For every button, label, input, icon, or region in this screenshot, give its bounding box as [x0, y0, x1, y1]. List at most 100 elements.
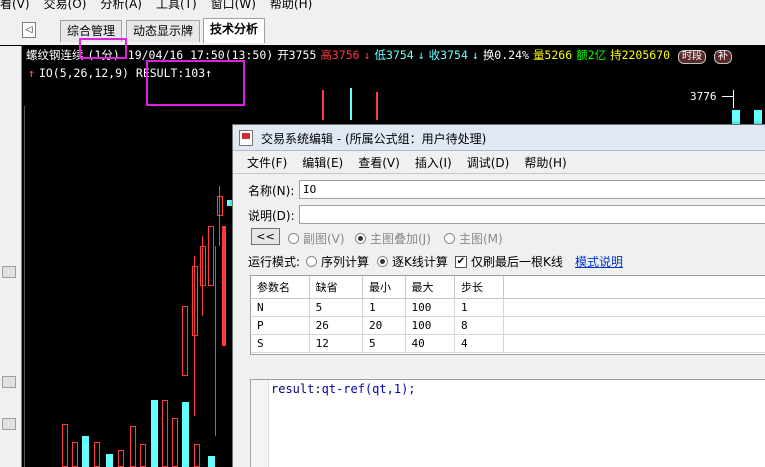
cell[interactable]: 100: [405, 298, 456, 317]
model-doc-link[interactable]: 模式说明: [575, 253, 623, 270]
last-bar-only-checkbox[interactable]: ✔ 仅刷最后一根K线: [455, 253, 563, 270]
cell[interactable]: P: [251, 316, 310, 335]
close-price: 收3754 ↓: [428, 48, 479, 62]
dialog-menu-edit[interactable]: 编辑(E): [302, 154, 343, 171]
cell[interactable]: 5: [309, 298, 363, 317]
table-row[interactable]: P 26 20 100 8: [251, 316, 765, 335]
name-input[interactable]: IO: [299, 180, 765, 199]
code-variable: result: [271, 382, 315, 396]
app-window: 看(V) 交易(O) 分析(A) 工具(T) 窗口(W) 帮助(H) ◁ 综合管…: [0, 0, 765, 467]
volume-bar: [72, 442, 78, 467]
radio-subchart[interactable]: 副图(V): [288, 230, 345, 247]
tab-technical-analysis[interactable]: 技术分析: [203, 18, 266, 43]
volume-bar: [322, 90, 324, 120]
menu-help[interactable]: 帮助(H): [270, 0, 312, 10]
cell[interactable]: 40: [405, 334, 456, 353]
volume-bar: [130, 426, 136, 467]
table-row[interactable]: N 5 1 100 1: [251, 298, 765, 317]
cell[interactable]: 100: [405, 316, 456, 335]
cell[interactable]: 12: [309, 334, 363, 353]
description-input[interactable]: [299, 205, 765, 224]
volume-bar: [732, 110, 740, 124]
radio-main-overlay-label: 主图叠加(J): [370, 232, 431, 246]
volume-bar: [350, 88, 352, 120]
menu-trade[interactable]: 交易(O): [44, 0, 87, 10]
price-marker-tick: [733, 90, 734, 108]
radio-main-overlay[interactable]: 主图叠加(J): [355, 230, 431, 247]
radio-subchart-label: 副图(V): [303, 232, 345, 246]
formula-code-editor[interactable]: result:qt-ref(qt,1);: [250, 379, 765, 467]
volume-bar: [182, 402, 189, 467]
parameter-table: 参数名 缺省 最小 最大 步长 N 5 1 100 1 P 26 20 100 …: [250, 275, 765, 355]
supplement-badge[interactable]: 补: [714, 50, 733, 64]
cell[interactable]: 26: [309, 316, 363, 335]
side-scroll-button[interactable]: [2, 266, 16, 278]
candle: [192, 266, 198, 336]
col-header-empty: [503, 276, 765, 299]
cell[interactable]: 20: [362, 316, 406, 335]
candle: [217, 196, 223, 216]
candle: [222, 226, 226, 346]
up-arrow-icon: ↑: [28, 66, 35, 80]
tab-dynamic-board[interactable]: 动态显示牌: [126, 20, 201, 42]
candle: [182, 306, 188, 376]
radio-bar-by-bar-label: 逐K线计算: [392, 255, 448, 269]
tab-scroll-left-button[interactable]: ◁: [22, 22, 36, 38]
dialog-menu-view[interactable]: 查看(V): [358, 154, 400, 171]
back-button[interactable]: <<: [251, 228, 280, 245]
candle-wick: [215, 246, 216, 436]
cell[interactable]: 8: [454, 316, 505, 335]
menu-window[interactable]: 窗口(W): [211, 0, 256, 10]
col-header-max: 最大: [405, 276, 456, 299]
last-bar-only-label: 仅刷最后一根K线: [471, 255, 563, 269]
col-header-param-name: 参数名: [251, 276, 310, 299]
name-label: 名称(N):: [248, 184, 295, 198]
side-scroll-button[interactable]: [2, 376, 16, 388]
dialog-title: 交易系统编辑 - (所属公式组：用户待处理): [261, 132, 487, 146]
dialog-menu-help[interactable]: 帮助(H): [524, 154, 566, 171]
low-price: 低3754 ↓: [374, 48, 425, 62]
price-marker-label: 3776: [690, 90, 717, 103]
side-scroll-button[interactable]: [2, 418, 16, 430]
volume-bar: [62, 424, 68, 467]
candle: [208, 226, 214, 286]
table-row[interactable]: S 12 5 40 4: [251, 334, 765, 353]
volume-bar: [172, 418, 178, 467]
indicator-formula: IO(5,26,12,9): [38, 66, 129, 80]
menu-view[interactable]: 看(V): [0, 0, 30, 10]
volume-bar: [151, 400, 158, 467]
session-badge[interactable]: 时段: [678, 50, 707, 64]
cell[interactable]: 4: [454, 334, 505, 353]
trading-system-editor-dialog: 交易系统编辑 - (所属公式组：用户待处理) 文件(F) 编辑(E) 查看(V)…: [232, 124, 765, 467]
cell[interactable]: N: [251, 298, 310, 317]
cell[interactable]: S: [251, 334, 310, 353]
col-header-default: 缺省: [309, 276, 363, 299]
candle: [200, 246, 206, 286]
period-highlight-box: [79, 38, 127, 59]
cell: [503, 316, 765, 335]
radio-series-calc[interactable]: 序列计算: [306, 253, 369, 270]
code-expression: qt-ref(qt,1);: [321, 382, 416, 396]
cell[interactable]: 5: [362, 334, 406, 353]
dialog-menu-file[interactable]: 文件(F): [247, 154, 287, 171]
cell[interactable]: 1: [454, 298, 505, 317]
chart-left-axis: [24, 106, 25, 467]
candle-wick: [202, 236, 203, 316]
cell[interactable]: 1: [362, 298, 406, 317]
radio-bar-by-bar-calc[interactable]: 逐K线计算: [377, 253, 448, 270]
col-header-min: 最小: [362, 276, 406, 299]
dialog-titlebar[interactable]: 交易系统编辑 - (所属公式组：用户待处理): [233, 125, 765, 151]
volume-bar: [376, 92, 378, 120]
amount: 额2亿: [576, 48, 607, 62]
formula-icon: [239, 130, 253, 146]
radio-main-chart[interactable]: 主图(M): [444, 230, 503, 247]
editor-gutter: [251, 380, 269, 467]
menu-tools[interactable]: 工具(T): [156, 0, 197, 10]
high-price: 高3756 ↓: [320, 48, 371, 62]
dialog-menu-debug[interactable]: 调试(D): [467, 154, 510, 171]
volume-bar: [754, 110, 762, 124]
menu-analysis[interactable]: 分析(A): [100, 0, 142, 10]
dialog-menu-insert[interactable]: 插入(I): [415, 154, 452, 171]
code-line[interactable]: result:qt-ref(qt,1);: [271, 382, 416, 396]
main-menubar: 看(V) 交易(O) 分析(A) 工具(T) 窗口(W) 帮助(H): [0, 0, 765, 14]
